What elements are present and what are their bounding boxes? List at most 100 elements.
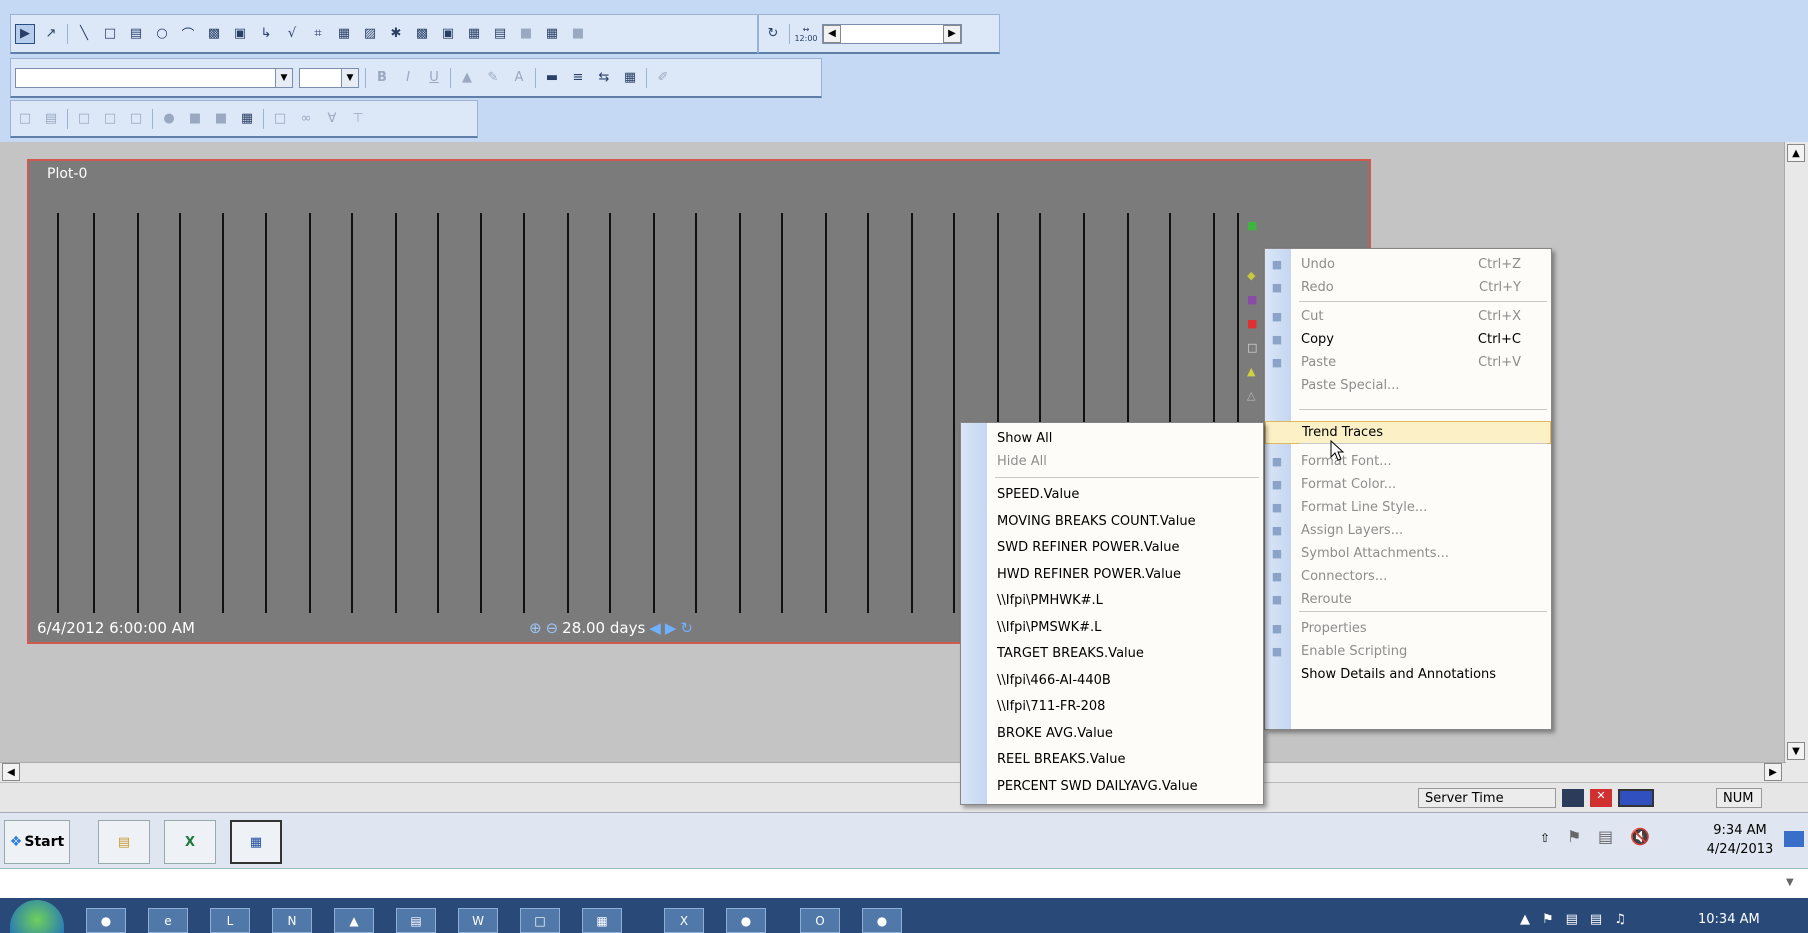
taskbar-app-icon[interactable]: ▲ [334,908,374,933]
menu-item-show-details-and-annotations[interactable]: Show Details and Annotations [1265,663,1551,686]
menu-item-enable-scripting[interactable]: ■ Enable Scripting [1265,640,1551,663]
start-button[interactable]: ❖ Start [4,820,70,864]
send-back-icon[interactable]: □ [100,109,120,129]
taskbar-app-icon[interactable]: ▤ [396,908,436,933]
fill-color-icon[interactable]: ▲ [457,68,477,88]
menu-item-redo[interactable]: ■ Redo Ctrl+Y [1265,276,1551,299]
line-weight-icon[interactable]: ▬ [542,68,562,88]
show-all-item[interactable]: Show All [961,427,1263,450]
time-scroll[interactable]: ◀ ▶ [822,23,962,44]
trend-tool[interactable]: √ [282,24,302,44]
tray-expand-icon[interactable]: ⇧ [1540,831,1550,845]
menu-item-paste[interactable]: ■ Paste Ctrl+V [1265,351,1551,374]
font-size-dropdown[interactable]: ▼ [299,67,359,88]
menu-item-undo[interactable]: ■ Undo Ctrl+Z [1265,253,1551,276]
disabled-tool-2[interactable]: ■ [568,24,588,44]
trace-item[interactable]: HWD REFINER POWER.Value [961,563,1263,586]
properties-tool[interactable]: ▦ [542,24,562,44]
link-icon[interactable]: ∞ [296,109,316,129]
trace-item[interactable]: SWD REFINER POWER.Value [961,536,1263,559]
refresh-icon[interactable]: ↻ [680,619,693,637]
trace-item[interactable]: \\Ifpi\711-FR-208 [961,695,1263,718]
bar-chart-tool[interactable]: ▦ [334,24,354,44]
clock[interactable]: 9:34 AM 4/24/2013 [1700,821,1780,859]
layer-icon[interactable]: ● [159,109,179,129]
processbook-taskbar-icon[interactable]: ▦ [230,820,282,864]
trace-item[interactable]: \\Ifpi\PMSWK#.L [961,616,1263,639]
scroll-right-button[interactable]: ▶ [1764,763,1782,781]
taskbar-app-icon[interactable]: ● [86,908,126,933]
line-color-icon[interactable]: ✎ [483,68,503,88]
trace-item[interactable]: \\Ifpi\PMHWK#.L [961,589,1263,612]
edit-tool[interactable]: ↗ [41,24,61,44]
bold-icon[interactable]: B [372,68,392,88]
network-icon[interactable]: ▤ [1598,827,1613,846]
menu-item-symbol-attachments[interactable]: ■ Symbol Attachments... [1265,542,1551,565]
button-tool[interactable]: ▣ [230,24,250,44]
scroll-forward-icon[interactable]: ▶ [665,619,677,637]
underline-icon[interactable]: U [424,68,444,88]
trace-item[interactable]: SPEED.Value [961,483,1263,506]
taskbar-app-icon[interactable]: ▦ [582,908,622,933]
tag-icon[interactable]: ⊤ [348,109,368,129]
rectangle-tool[interactable]: □ [100,24,120,44]
layer-icon-2[interactable]: ■ [185,109,205,129]
connector-tool[interactable]: ↳ [256,24,276,44]
menu-item-cut[interactable]: ■ Cut Ctrl+X [1265,305,1551,328]
taskbar-app-icon[interactable]: ● [726,908,766,933]
properties-icon[interactable]: ▦ [237,109,257,129]
layer-icon-3[interactable]: ■ [211,109,231,129]
font-name-dropdown[interactable]: ▼ [15,67,293,88]
menu-item-format-line-style[interactable]: ■ Format Line Style... [1265,496,1551,519]
taskbar-app-icon[interactable]: W [458,908,498,933]
taskbar-app-icon[interactable]: X [664,908,704,933]
refresh-icon[interactable]: ↻ [763,24,783,44]
windows-orb-icon[interactable] [10,900,64,933]
menu-item-assign-layers[interactable]: ■ Assign Layers... [1265,519,1551,542]
order-icon[interactable]: ▦ [620,68,640,88]
group-icon[interactable]: □ [15,109,35,129]
menu-item-connectors[interactable]: ■ Connectors... [1265,565,1551,588]
align-icon[interactable]: ⇆ [594,68,614,88]
show-desktop-icon[interactable] [1784,831,1804,847]
explorer-taskbar-icon[interactable]: ▤ [98,820,150,864]
ungroup-icon[interactable]: ▤ [41,109,61,129]
select-arrow-tool[interactable]: ▶ [15,23,35,44]
menu-item-paste-special[interactable]: Paste Special... [1265,374,1551,397]
format-painter-icon[interactable]: ✐ [653,68,673,88]
taskbar-app-icon[interactable]: e [148,908,188,933]
arc-tool[interactable]: ⌒ [178,24,198,44]
time-range-icon[interactable]: ↔ 12:00 [794,24,817,44]
bitmap-tool[interactable]: ▣ [438,24,458,44]
rotate-icon[interactable]: □ [126,109,146,129]
step-tool[interactable]: ⌗ [308,24,328,44]
disabled-tool[interactable]: ■ [516,24,536,44]
zoom-out-icon[interactable]: ⊖ [546,619,559,637]
chevron-down-icon[interactable]: ▼ [1786,877,1794,888]
trace-item[interactable]: \\Ifpi\466-AI-440B [961,669,1263,692]
trend-plot-tool[interactable]: ▩ [412,24,432,44]
trace-item[interactable]: REEL BREAKS.Value [961,748,1263,771]
menu-item-reroute[interactable]: ■ Reroute [1265,588,1551,611]
copy-format-icon[interactable]: □ [270,109,290,129]
text-tool[interactable]: ▤ [126,24,146,44]
menu-item-copy[interactable]: ■ Copy Ctrl+C [1265,328,1551,351]
font-color-icon[interactable]: A [509,68,529,88]
scroll-back-icon[interactable]: ◀ [649,619,661,637]
taskbar-app-icon[interactable]: L [210,908,250,933]
line-tool[interactable]: ╲ [74,24,94,44]
trace-item[interactable]: TARGET BREAKS.Value [961,642,1263,665]
trace-item[interactable]: PERCENT SWD DAILYAVG.Value [961,775,1263,798]
italic-icon[interactable]: I [398,68,418,88]
value-tool[interactable]: ▩ [204,24,224,44]
sql-tool[interactable]: ▤ [490,24,510,44]
horizontal-scrollbar[interactable]: ◀ ▶ [0,762,1786,783]
scroll-down-button[interactable]: ▼ [1787,742,1805,760]
line-style-icon[interactable]: ≡ [568,68,588,88]
vertical-scrollbar[interactable]: ▲ ▼ [1784,142,1808,782]
volume-muted-icon[interactable]: 🔇 [1630,827,1650,846]
flag-icon[interactable]: ⚑ [1567,827,1581,846]
zoom-in-icon[interactable]: ⊕ [529,619,542,637]
hide-all-item[interactable]: Hide All [961,450,1263,473]
taskbar-app-icon[interactable]: O [800,908,840,933]
